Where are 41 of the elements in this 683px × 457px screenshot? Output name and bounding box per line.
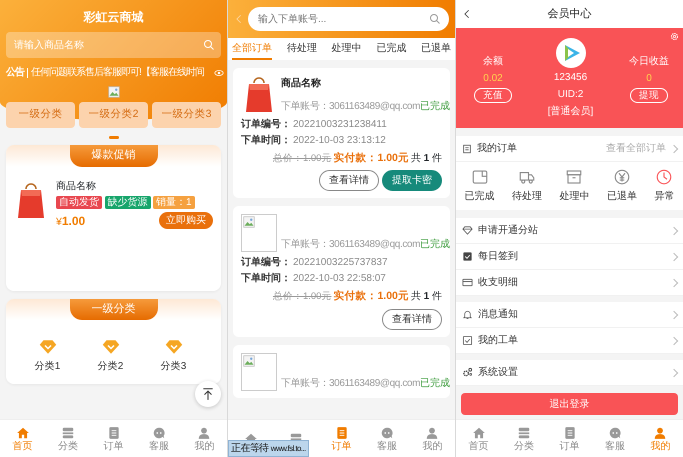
order-time: 2022-10-03 23:13:12 [293, 134, 386, 148]
balance-value: 0.02 [483, 72, 503, 86]
section-title: 爆款促销 [70, 145, 158, 166]
section-title: 我的订单 [477, 142, 517, 156]
section-title: 一级分类 [70, 298, 158, 320]
product-tag: 缺少货源 [104, 196, 150, 209]
order-account: 下单账号：3061163489@qq.com [281, 238, 420, 252]
original-price: 总价：1.00元 [272, 290, 332, 304]
product-name: 商品名称 [281, 76, 322, 91]
balance-label: 余额 [483, 54, 503, 68]
store-title: 彩虹云商城 [82, 9, 144, 26]
order-status: 已完成 [420, 100, 450, 114]
field-label: 下单时间： [241, 272, 291, 286]
notice-label: 公告 [6, 66, 24, 80]
field-label: 订单编号： [241, 118, 291, 132]
order-account: 下单账号：3061163489@qq.com [281, 100, 420, 114]
user-id: UID:2 [558, 88, 584, 102]
item-count: 共 1 件 [410, 290, 442, 304]
paid-amount: 实付款：1.00元 [333, 288, 409, 304]
notice-text: 任何问题联系售后客服即可!【客服在线时间 [31, 66, 204, 80]
product-tag: 自动发货 [56, 196, 102, 209]
order-status: 已完成 [420, 376, 450, 390]
paid-amount: 实付款：1.00元 [333, 150, 409, 166]
original-price: 总价：1.00元 [272, 152, 332, 166]
product-name: 商品名称 [56, 180, 97, 194]
product-price: ¥1.00 [56, 212, 86, 230]
income-value: 0 [646, 72, 652, 86]
item-count: 共 1 件 [410, 152, 442, 166]
field-label: 订单编号： [241, 256, 291, 270]
order-account: 下单账号：3061163489@qq.com [281, 376, 420, 390]
field-label: 下单时间： [241, 134, 291, 148]
income-label: 今日收益 [629, 54, 669, 68]
status-tooltip: 正在等待 www.fsl.to... [228, 440, 309, 457]
order-number: 20221003231238411 [293, 118, 387, 132]
member-level: [普通会员] [548, 104, 594, 118]
order-status: 已完成 [420, 238, 450, 252]
order-number: 20221003225737837 [293, 256, 388, 270]
page-title: 会员中心 [548, 6, 592, 22]
username: 123456 [554, 70, 588, 84]
order-time: 2022-10-03 22:58:07 [293, 272, 386, 286]
product-tag: 销量：1 [153, 196, 195, 209]
